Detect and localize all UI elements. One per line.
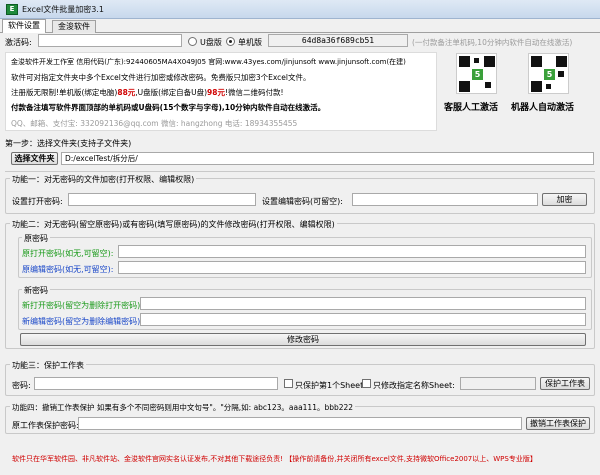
usb-mode-label: U盘版 [200,38,222,47]
new-open-label: 新打开密码(留空为删除打开密码): [22,301,143,310]
activation-label: 激活码: [5,38,32,47]
named-sheet-checkbox[interactable] [362,379,371,388]
func1-open-password-input[interactable] [68,193,256,206]
info-pricing: 注册版无限制!单机版(绑定电脑)88元,U盘版(绑定自备U盘)98元!微信二维码… [11,88,284,97]
divider [5,171,595,172]
step1-title: 第一步：选择文件夹(支持子文件夹) [5,139,132,148]
new-password-title: 新密码 [22,285,50,296]
usb-mode-radio[interactable] [188,37,197,46]
encrypt-button[interactable]: 加密 [542,193,587,206]
tab-settings[interactable]: 软件设置 [2,19,46,33]
machine-code-field[interactable]: 64d8a36f689cb51 [268,34,408,47]
first-sheet-only-label: 只保护第1个Sheet [295,381,364,390]
tab-jinjun-software[interactable]: 金浚软件 [52,20,96,33]
orig-open-label: 原打开密码(如无,可留空): [22,249,114,258]
unprotect-sheet-button[interactable]: 撤销工作表保护 [526,417,590,430]
func1-edit-label: 设置编辑密码(可留空): [262,197,343,206]
select-folder-button[interactable]: 选择文件夹 [11,152,58,165]
func3-title: 功能三：保护工作表 [10,360,86,371]
orig-edit-password-input[interactable] [118,261,586,274]
func4-title: 功能四：撤销工作表保护 如果有多个不同密码则用中文句号"。"分隔,如: abc1… [10,402,356,413]
title-bar: E Excel文件批量加密3.1 [0,0,600,19]
func3-password-input[interactable] [34,377,278,390]
func4-password-input[interactable] [78,417,522,430]
info-description: 软件可对指定文件夹中多个Excel文件进行加密或修改密码。免费版只加密3个Exc… [11,73,311,82]
info-contact: QQ、邮箱、支付宝: 332092136@qq.com 微信: hangzhon… [11,119,298,128]
new-open-password-input[interactable] [140,297,586,310]
change-password-button[interactable]: 修改密码 [20,333,586,346]
tab-strip: 软件设置 金浚软件 [0,19,600,33]
func4-password-label: 原工作表保护密码: [12,421,79,430]
standalone-mode-label: 单机版 [238,38,262,47]
func1-edit-password-input[interactable] [352,193,538,206]
qr-robot-activation: 5 [528,53,569,94]
info-company: 金浚软件开发工作室 信用代码(广东):92440605MA4X049J05 官网… [11,58,406,66]
orig-password-title: 原密码 [22,233,50,244]
activation-hint: (一付款备注单机码,10分钟内软件自动在线激活) [412,38,573,47]
protect-sheet-button[interactable]: 保护工作表 [540,377,590,390]
named-sheet-label: 只修改指定名称Sheet: [373,381,455,390]
qr-code-icon: 5 [472,69,483,80]
func1-open-label: 设置打开密码: [12,197,63,206]
info-payment-note: 付款备注填写软件界面顶部的单机码或U盘码(15个数字与字母),10分钟内软件自动… [11,103,326,112]
func1-title: 功能一：对无密码的文件加密(打开权限、编辑权限) [10,174,197,185]
sheet-name-input[interactable] [460,377,536,390]
first-sheet-only-checkbox[interactable] [284,379,293,388]
new-edit-password-input[interactable] [140,313,586,326]
window-title: Excel文件批量加密3.1 [22,5,104,14]
footer-notice: 软件只在华军软件园、非凡软件站、金浚软件官网实名认证发布,不对其他下载途径负责!… [12,455,537,463]
orig-open-password-input[interactable] [118,245,586,258]
qr-caption-manual: 客服人工激活 [444,103,499,113]
activation-code-input[interactable] [38,34,182,47]
qr-customer-service: 5 [456,53,497,94]
orig-edit-label: 原编辑密码(如无,可留空): [22,265,114,274]
func2-title: 功能二：对无密码(留空原密码)或有密码(填写原密码)的文件修改密码(打开权限、编… [10,219,337,230]
new-edit-label: 新编辑密码(留空为删除编辑密码): [22,317,143,326]
folder-path-input[interactable]: D:/excelTest/拆分后/ [61,152,594,165]
info-panel: 金浚软件开发工作室 信用代码(广东):92440605MA4X049J05 官网… [5,52,437,131]
func3-password-label: 密码: [12,381,31,390]
qr-caption-robot: 机器人自动激活 [511,103,575,113]
main-panel: 激活码: U盘版 单机版 64d8a36f689cb51 (一付款备注单机码,1… [0,33,600,475]
excel-app-icon: E [6,4,18,15]
standalone-mode-radio[interactable] [226,37,235,46]
qr-code-icon: 5 [544,69,555,80]
